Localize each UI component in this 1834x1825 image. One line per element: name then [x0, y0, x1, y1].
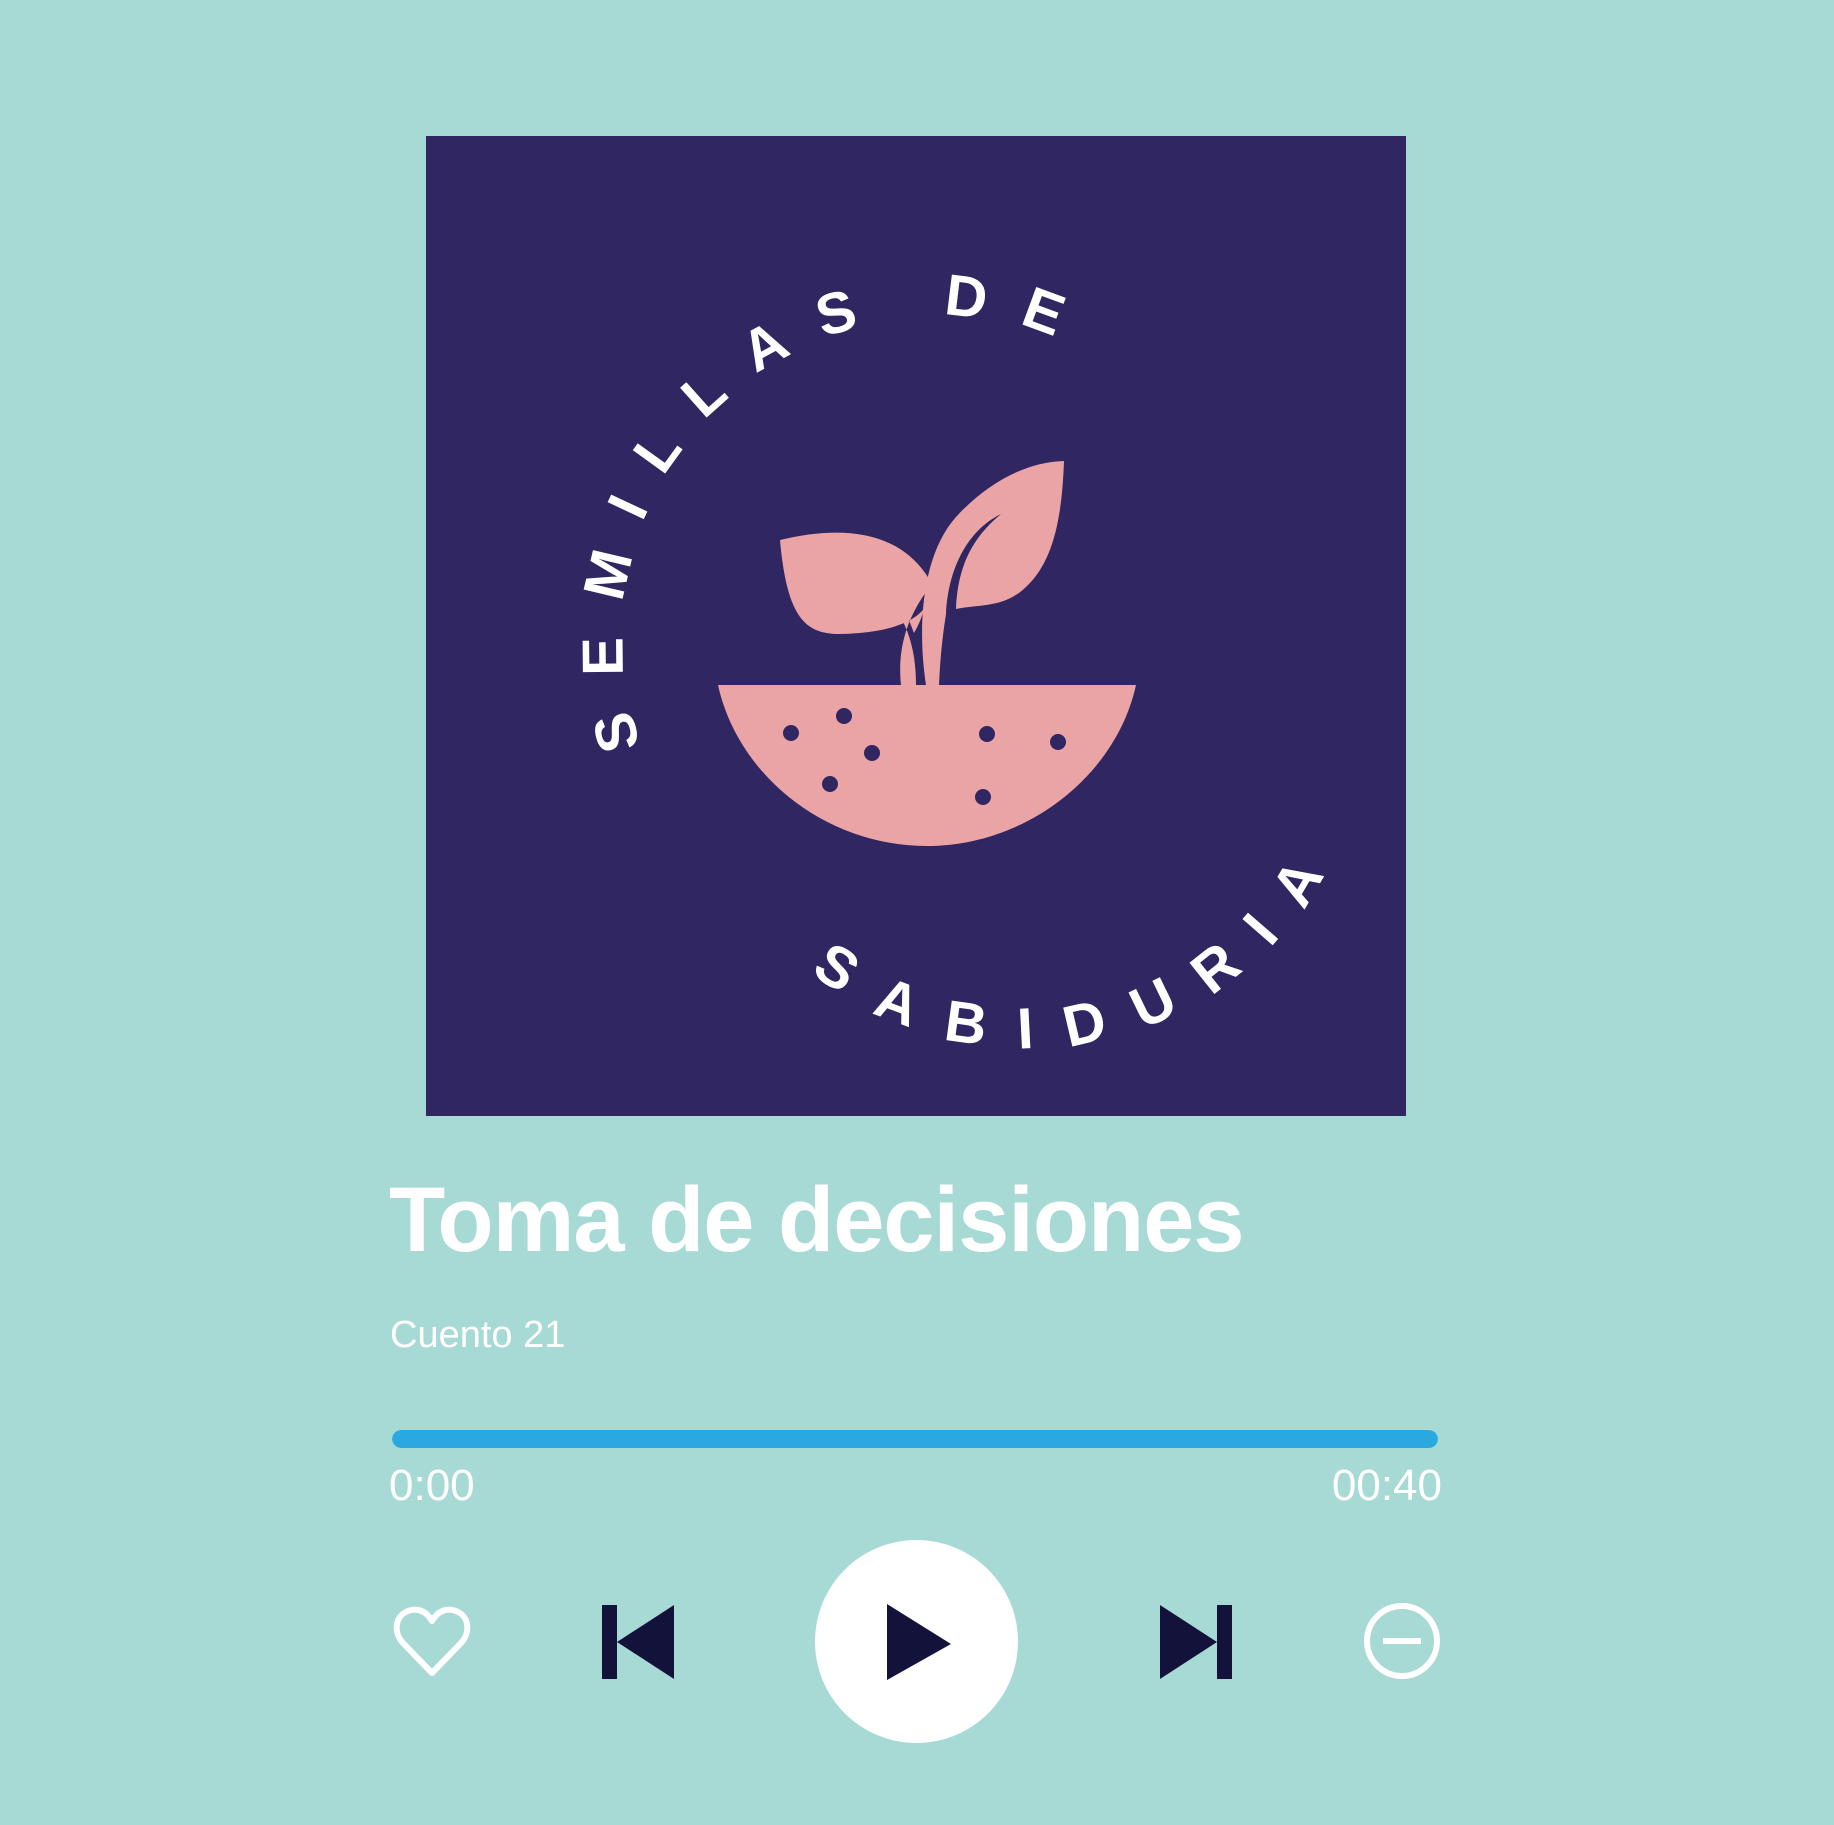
skip-next-icon [1160, 1605, 1232, 1679]
total-time: 00:40 [1331, 1461, 1442, 1510]
remove-button[interactable] [1362, 1601, 1442, 1681]
track-title: Toma de decisiones [389, 1169, 1245, 1271]
play-button[interactable] [815, 1540, 1018, 1743]
play-icon [886, 1603, 951, 1680]
heart-outline-icon [393, 1606, 471, 1676]
progress-bar[interactable] [392, 1430, 1438, 1448]
track-subtitle: Cuento 21 [390, 1314, 566, 1356]
semillas-de-sabiduria-logo: SEMILLAS DE SABIDURIA [570, 262, 1354, 1063]
skip-previous-icon [602, 1605, 674, 1679]
current-time: 0:00 [389, 1461, 475, 1510]
minus-circle-icon [1364, 1603, 1440, 1679]
album-cover: SEMILLAS DE SABIDURIA [426, 136, 1406, 1116]
favorite-button[interactable] [392, 1603, 472, 1679]
progress-fill [392, 1430, 1438, 1448]
next-button[interactable] [1156, 1601, 1236, 1681]
previous-button[interactable] [598, 1601, 678, 1681]
svg-text:SABIDURIA: SABIDURIA [803, 819, 1354, 1063]
